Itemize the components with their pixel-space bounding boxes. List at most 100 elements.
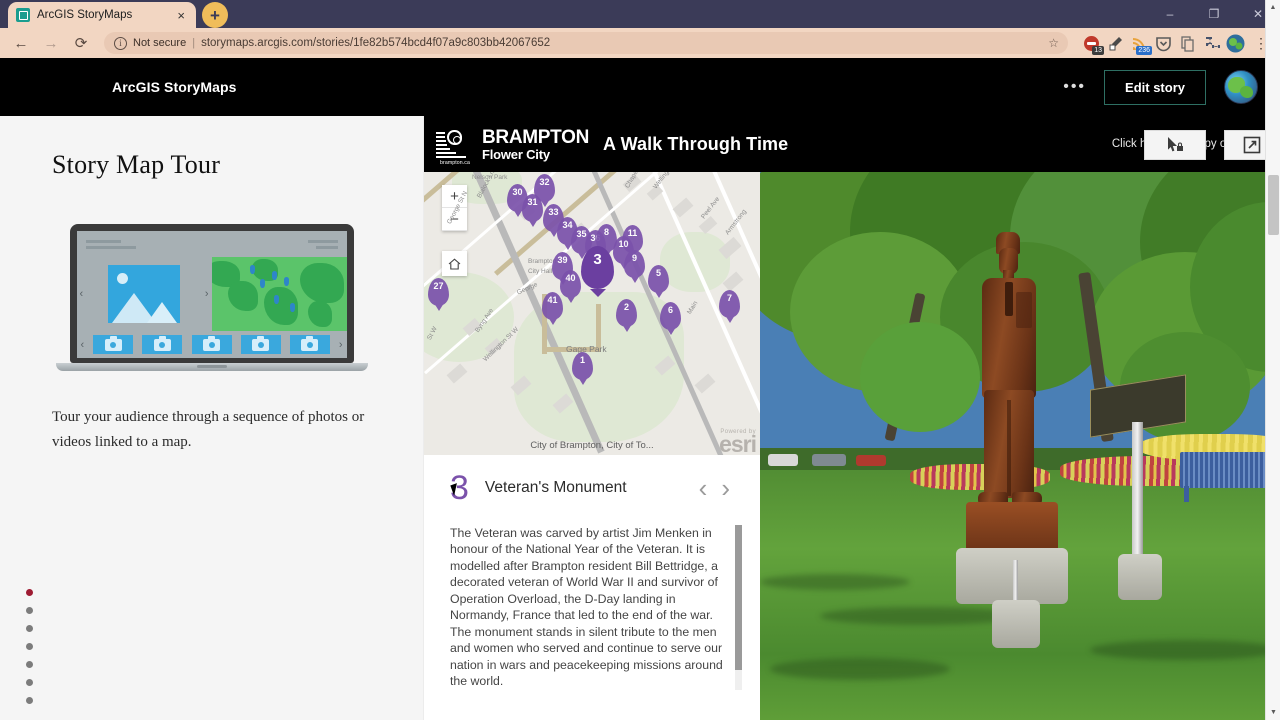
map-pin-40[interactable]: 40 [560,270,581,298]
map-pin-6[interactable]: 6 [660,302,681,330]
eyedropper-icon[interactable] [1106,34,1125,53]
puzzle-extension-icon[interactable] [1202,34,1221,53]
adblock-icon[interactable]: 13 [1082,34,1104,55]
map-attribution: City of Brampton, City of To... [530,440,654,451]
browser-tab[interactable]: ArcGIS StoryMaps × [8,2,196,28]
forward-button[interactable]: → [38,30,64,56]
caption-next-button[interactable]: › [721,475,730,501]
nav-dot-2[interactable] [26,607,33,614]
illustration-thumbnail [289,335,330,354]
storymaps-header-actions: ••• Edit story [1063,69,1258,105]
security-status: Not secure [133,37,187,49]
brampton-rose-icon [436,128,474,159]
map-pin-3-selected[interactable]: 3 [581,246,614,289]
embedded-tour-app: brampton.ca BRAMPTON Flower City A Walk … [424,116,1280,720]
map-pin-2[interactable]: 2 [616,299,637,327]
esri-wordmark: esri [719,430,757,455]
illustration-thumbnail [142,335,183,354]
home-icon [448,257,461,270]
reload-button[interactable]: ⟳ [68,30,94,56]
omnibox-separator: | [192,37,196,49]
caption-scrollbar-thumb[interactable] [735,525,742,670]
nav-dot-3[interactable] [26,625,33,632]
minimize-button[interactable]: – [1148,0,1192,28]
nav-dot-6[interactable] [26,679,33,686]
illustration-thumbnail [191,335,232,354]
map-pin-27[interactable]: 27 [428,278,449,306]
narrative-panel: Story Map Tour ‹ › ‹ › Tour your audienc… [0,116,424,720]
new-tab-button[interactable]: + [202,2,228,28]
browser-toolbar: ← → ⟳ i Not secure | storymaps.arcgis.co… [0,28,1280,58]
illustration-map-panel [211,257,347,331]
site-info-icon[interactable]: i [114,36,127,50]
esri-logo: Powered by esri [719,429,757,455]
illustration-prev-icon: ‹ [79,288,84,300]
illustration-thumbnail-strip: ‹ › [76,331,347,358]
caption-text: The Veteran was carved by artist Jim Men… [450,526,723,689]
map-pin-41[interactable]: 41 [542,292,563,320]
profile-avatar[interactable] [1226,34,1245,53]
brampton-wordmark: BRAMPTON Flower City [482,128,589,161]
copy-icon[interactable] [1178,34,1197,53]
tab-close-icon[interactable]: × [174,9,188,22]
tour-map-column: + − Gage Park Brampton City Hall Welling… [424,172,760,720]
map-pin-7[interactable]: 7 [719,290,740,318]
map-pin-31[interactable]: 31 [522,194,543,222]
tab-title: ArcGIS StoryMaps [37,9,133,21]
brampton-name: BRAMPTON [482,126,590,148]
page-scrollbar[interactable]: ▲ ▼ [1265,0,1280,720]
pocket-icon[interactable] [1154,34,1173,53]
map-label-armstrong: Armstrong [724,208,748,237]
page-title: Story Map Tour [52,150,221,179]
back-button[interactable]: ← [8,30,34,56]
section-nav-dots[interactable] [26,589,33,704]
caption-scrollbar[interactable] [735,525,742,690]
caption-title: Veteran's Monument [484,479,627,496]
nav-dot-4[interactable] [26,643,33,650]
map-label-main: Main [686,300,700,316]
nav-dot-1[interactable] [26,589,33,596]
tour-caption: 3 Veteran's Monument ‹ › The Veteran was… [424,455,760,720]
statue-stone-plinth [956,548,1068,604]
illustration-strip-next-icon: › [338,338,343,351]
brampton-logo: brampton.ca [432,122,478,166]
map-pin-1[interactable]: 1 [572,352,593,380]
brampton-url-label: brampton.ca [440,160,470,166]
window-controls: – ❐ ✕ [1148,0,1280,28]
tour-header: brampton.ca BRAMPTON Flower City A Walk … [424,116,1280,172]
storymaps-brand[interactable]: ArcGIS StoryMaps [112,79,237,95]
page-viewport: ArcGIS StoryMaps ••• Edit story Story Ma… [0,58,1280,720]
feed-badge: 236 [1136,45,1152,55]
user-avatar[interactable] [1224,70,1258,104]
caption-prev-button[interactable]: ‹ [699,475,708,501]
edit-story-button[interactable]: Edit story [1104,69,1206,105]
tour-body: + − Gage Park Brampton City Hall Welling… [424,172,1280,720]
nav-dot-5[interactable] [26,661,33,668]
statue-wood-base [966,502,1058,552]
cursor-tool-button[interactable] [1144,130,1206,160]
more-options-icon[interactable]: ••• [1063,79,1086,95]
story-map-tour-illustration: ‹ › ‹ › [55,224,368,371]
map-home-button[interactable] [442,251,467,276]
brampton-tagline: Flower City [482,146,550,162]
bookmark-star-icon[interactable]: ☆ [1048,36,1059,50]
illustration-photo-panel: ‹ › [76,257,212,331]
storymaps-header: ArcGIS StoryMaps ••• Edit story [0,58,1280,116]
address-bar[interactable]: i Not secure | storymaps.arcgis.com/stor… [104,32,1068,54]
url-text: storymaps.arcgis.com/stories/1fe82b574bc… [201,37,551,49]
scroll-up-arrow[interactable]: ▲ [1266,0,1280,15]
nav-dot-7[interactable] [26,697,33,704]
caption-nav: ‹ › [699,475,742,501]
scrollbar-thumb[interactable] [1268,175,1279,235]
maximize-button[interactable]: ❐ [1192,0,1236,28]
tour-map[interactable]: + − Gage Park Brampton City Hall Welling… [424,172,760,455]
illustration-strip-prev-icon: ‹ [80,338,85,351]
map-pin-5[interactable]: 5 [648,265,669,293]
map-label-city-hall: City Hall [528,268,553,275]
illustration-next-icon: › [204,288,209,300]
external-link-icon [1243,136,1261,154]
cursor-lock-icon [1168,137,1183,152]
feed-icon[interactable]: 236 [1130,34,1152,55]
map-pin-9[interactable]: 9 [624,250,645,278]
scroll-down-arrow[interactable]: ▼ [1266,705,1280,720]
